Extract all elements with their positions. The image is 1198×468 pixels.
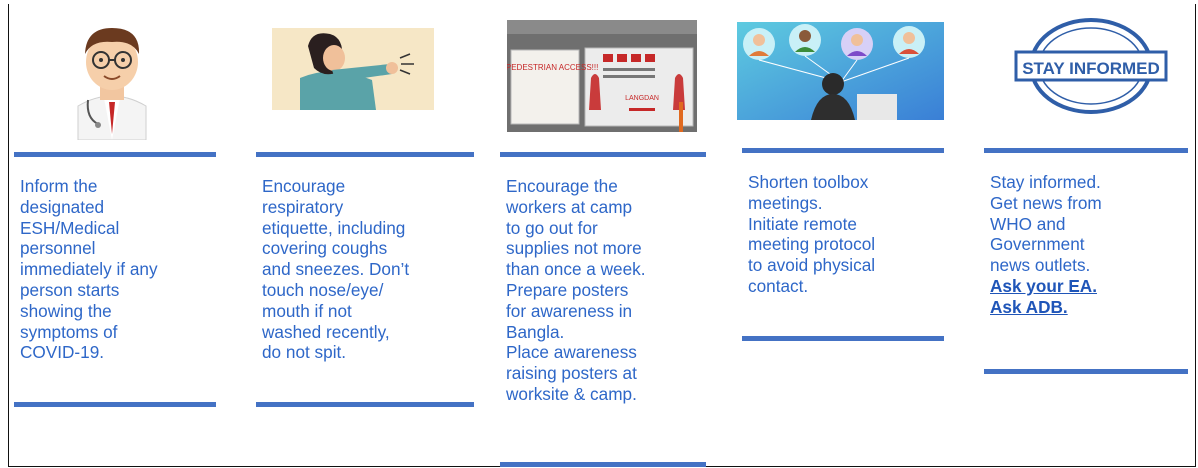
divider-bottom bbox=[984, 369, 1188, 374]
ask-your-ea-link[interactable]: Ask your EA. bbox=[990, 276, 1102, 297]
column-text: Shorten toolbox meetings. Initiate remot… bbox=[748, 172, 875, 297]
text-line: Encourage bbox=[262, 176, 346, 196]
text-line: to go out for bbox=[506, 217, 598, 238]
text-line: covering coughs bbox=[262, 238, 388, 259]
text-line: meetings. bbox=[748, 192, 823, 213]
text-line: WHO and bbox=[990, 213, 1066, 234]
stamp-text: STAY INFORMED bbox=[1022, 59, 1160, 78]
text-line: Shorten toolbox bbox=[748, 172, 869, 192]
text-line: to avoid physical bbox=[748, 255, 876, 276]
text-line: designated bbox=[20, 196, 105, 217]
text-line: Inform the bbox=[20, 176, 98, 196]
column-text: Inform the designated ESH/Medical person… bbox=[20, 176, 158, 363]
text-line: Encourage the bbox=[506, 176, 618, 196]
text-line: workers at camp bbox=[506, 196, 633, 217]
text-line: ESH/Medical bbox=[20, 217, 120, 238]
text-line: news outlets. bbox=[990, 255, 1091, 276]
text-line: and sneezes. Don’t bbox=[262, 259, 410, 280]
divider-top bbox=[500, 152, 706, 157]
column-text: Encourage the workers at camp to go out … bbox=[506, 176, 646, 405]
sign-text-2: LANGDAN bbox=[625, 95, 659, 102]
text-line: Prepare posters bbox=[506, 279, 629, 300]
text-line: Bangla. bbox=[506, 321, 565, 342]
remote-meeting-icon bbox=[737, 22, 944, 120]
text-line: symptoms of bbox=[20, 321, 118, 342]
text-line: washed recently, bbox=[262, 321, 390, 342]
divider-bottom bbox=[500, 462, 706, 467]
stay-informed-stamp-icon: STAY INFORMED bbox=[1010, 12, 1172, 120]
text-line: showing the bbox=[20, 300, 112, 321]
text-line: supplies not more bbox=[506, 238, 642, 259]
text-line: do not spit. bbox=[262, 342, 347, 363]
divider-bottom bbox=[742, 336, 944, 341]
column-text: Encourage respiratory etiquette, includi… bbox=[262, 176, 409, 363]
text-line: Place awareness bbox=[506, 342, 637, 363]
text-line: Get news from bbox=[990, 192, 1102, 213]
text-line: personnel bbox=[20, 238, 96, 259]
text-line: COVID-19. bbox=[20, 342, 105, 363]
text-line: Stay informed. bbox=[990, 172, 1101, 192]
divider-top bbox=[984, 148, 1188, 153]
text-line: contact. bbox=[748, 275, 809, 296]
text-line: Initiate remote bbox=[748, 213, 857, 234]
text-line: worksite & camp. bbox=[506, 383, 637, 404]
ask-adb-link[interactable]: Ask ADB. bbox=[990, 297, 1102, 318]
divider-top bbox=[742, 148, 944, 153]
sign-text: NO PEDESTRIAN ACCESS!!! bbox=[507, 63, 598, 72]
divider-bottom bbox=[256, 402, 474, 407]
camp-signs-photo-icon: NO PEDESTRIAN ACCESS!!! LANGDAN bbox=[507, 20, 697, 132]
divider-bottom bbox=[14, 402, 216, 407]
divider-top bbox=[256, 152, 474, 157]
column-text: Stay informed. Get news from WHO and Gov… bbox=[990, 172, 1102, 318]
sneeze-illustration-icon bbox=[272, 28, 434, 110]
divider-top bbox=[14, 152, 216, 157]
text-line: raising posters at bbox=[506, 363, 637, 384]
text-line: mouth if not bbox=[262, 300, 352, 321]
text-line: than once a week. bbox=[506, 259, 646, 280]
text-line: meeting protocol bbox=[748, 234, 876, 255]
text-line: etiquette, including bbox=[262, 217, 406, 238]
text-line: person starts bbox=[20, 279, 120, 300]
text-line: Government bbox=[990, 234, 1085, 255]
text-line: immediately if any bbox=[20, 259, 158, 280]
text-line: touch nose/eye/ bbox=[262, 279, 384, 300]
doctor-icon bbox=[58, 14, 166, 140]
text-line: respiratory bbox=[262, 196, 344, 217]
text-line: for awareness in bbox=[506, 300, 633, 321]
